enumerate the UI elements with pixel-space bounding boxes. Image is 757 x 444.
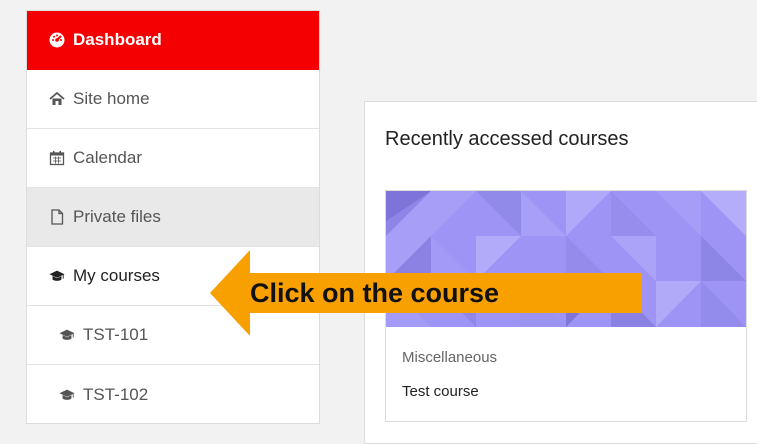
sidebar-item-tst-102[interactable]: TST-102 (27, 365, 319, 424)
sidebar-nav: Dashboard Site home Calendar Private fil… (26, 10, 320, 424)
home-icon (49, 91, 65, 107)
page-header-area (345, 0, 757, 78)
sidebar-item-label: TST-102 (83, 384, 149, 404)
graduation-cap-icon (59, 327, 75, 343)
section-title: Recently accessed courses (385, 128, 629, 150)
sidebar-item-label: TST-101 (83, 325, 149, 344)
calendar-icon (49, 150, 65, 166)
course-name-link[interactable]: Test course (402, 383, 479, 400)
sidebar-item-calendar[interactable]: Calendar (27, 129, 319, 188)
sidebar-item-label: Calendar (73, 148, 142, 167)
callout-text: Click on the course (250, 278, 500, 308)
sidebar-item-label: Private files (73, 207, 161, 226)
graduation-cap-icon (49, 268, 65, 284)
sidebar-item-private-files[interactable]: Private files (27, 188, 319, 247)
graduation-cap-icon (59, 387, 75, 403)
sidebar-item-site-home[interactable]: Site home (27, 70, 319, 129)
sidebar-item-label: Site home (73, 89, 150, 108)
sidebar-item-label: My courses (73, 266, 160, 285)
tachometer-icon (49, 32, 65, 48)
sidebar-item-label: Dashboard (73, 30, 162, 49)
course-category: Miscellaneous (402, 349, 498, 366)
file-icon (49, 209, 65, 225)
sidebar-item-dashboard[interactable]: Dashboard (27, 11, 319, 70)
